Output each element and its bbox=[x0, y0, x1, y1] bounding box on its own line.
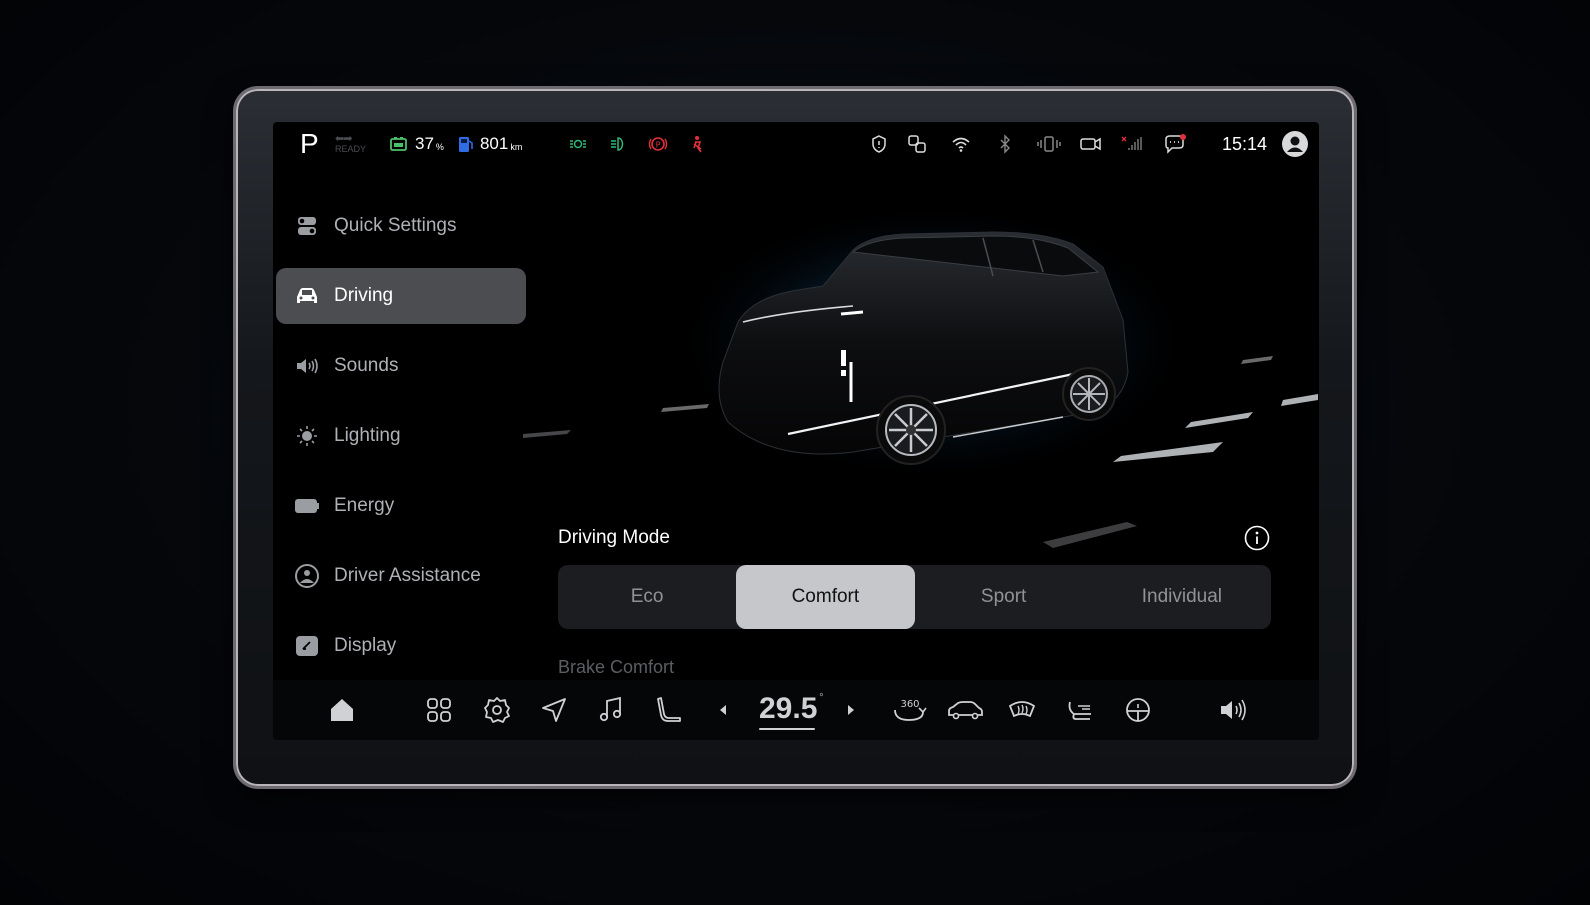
temp-decrease-icon[interactable] bbox=[715, 694, 731, 726]
battery-unit: % bbox=[435, 142, 444, 152]
temperature-readout[interactable]: 29.5 ° bbox=[759, 692, 823, 726]
sidebar-item-label: Quick Settings bbox=[334, 215, 457, 236]
temperature-unit: ° bbox=[819, 692, 824, 703]
speaker-icon bbox=[294, 353, 320, 379]
bottom-dock: 29.5 ° 360 bbox=[273, 680, 1319, 740]
vehicle-render bbox=[523, 172, 1319, 552]
seat-recline-icon[interactable] bbox=[1064, 694, 1096, 726]
apps-grid-icon[interactable] bbox=[423, 694, 455, 726]
indicator-lights: P bbox=[568, 122, 708, 166]
settings-gear-icon[interactable] bbox=[481, 694, 513, 726]
sidebar-item-label: Energy bbox=[334, 495, 395, 516]
mode-sport-button[interactable]: Sport bbox=[915, 565, 1093, 629]
driving-mode-selector: Eco Comfort Sport Individual bbox=[558, 565, 1271, 629]
parking-brake-icon: P bbox=[648, 137, 668, 151]
sidebar-item-label: Display bbox=[334, 635, 397, 656]
lightbulb-icon bbox=[294, 423, 320, 449]
info-icon[interactable] bbox=[1243, 524, 1271, 552]
svg-text:360: 360 bbox=[900, 699, 919, 710]
display-icon bbox=[294, 633, 320, 659]
seatbelt-warning-icon bbox=[693, 136, 702, 153]
bluetooth-icon[interactable] bbox=[995, 134, 1015, 154]
temperature-value: 29.5 bbox=[759, 692, 818, 725]
position-lights-icon bbox=[570, 139, 586, 149]
mode-comfort-button[interactable]: Comfort bbox=[736, 565, 915, 629]
sidebar-item-label: Driver Assistance bbox=[334, 565, 481, 586]
front-defrost-icon[interactable] bbox=[1006, 694, 1038, 726]
message-icon[interactable] bbox=[1163, 134, 1187, 154]
sidebar-item-driving[interactable]: Driving bbox=[276, 268, 526, 324]
steering-assist-icon[interactable] bbox=[1122, 694, 1154, 726]
battery-status: 37 % 801 km bbox=[389, 122, 522, 166]
vehicle-icon[interactable] bbox=[946, 694, 984, 726]
seat-icon[interactable] bbox=[653, 694, 685, 726]
system-status-icons bbox=[869, 122, 1187, 166]
car-icon bbox=[294, 283, 320, 309]
temperature-underline bbox=[759, 728, 815, 730]
range-unit: km bbox=[510, 142, 523, 152]
sidebar-item-quick-settings[interactable]: Quick Settings bbox=[276, 198, 526, 254]
mode-eco-button[interactable]: Eco bbox=[558, 565, 736, 629]
cellular-signal-icon bbox=[1121, 136, 1142, 150]
surround-view-360-icon: 360 bbox=[894, 699, 927, 721]
battery-icon bbox=[294, 493, 320, 519]
battery-percent: 37 bbox=[415, 134, 434, 153]
settings-sidebar: Quick Settings Driving Sounds Lighting E… bbox=[276, 198, 526, 688]
shield-icon[interactable] bbox=[869, 134, 889, 154]
turn-arrows-icon: ⬅➡ bbox=[335, 133, 352, 145]
ready-label: READY bbox=[335, 144, 367, 154]
toggles-icon bbox=[294, 213, 320, 239]
gear-indicator: P bbox=[300, 128, 319, 159]
status-bar: P ⬅➡ READY 37 % 801 km P 15:14 bbox=[273, 122, 1319, 166]
sidebar-item-label: Lighting bbox=[334, 425, 401, 446]
surround-view-button[interactable]: 360 bbox=[891, 694, 927, 726]
sidebar-item-lighting[interactable]: Lighting bbox=[276, 408, 526, 464]
mode-individual-button[interactable]: Individual bbox=[1093, 565, 1271, 629]
clock: 15:14 bbox=[1221, 133, 1267, 154]
sidebar-item-sounds[interactable]: Sounds bbox=[276, 338, 526, 394]
sidebar-item-display[interactable]: Display bbox=[276, 618, 526, 674]
brake-comfort-heading: Brake Comfort bbox=[558, 657, 675, 677]
home-icon[interactable] bbox=[326, 694, 358, 726]
svg-text:P: P bbox=[656, 141, 661, 150]
infotainment-screen: P ⬅➡ READY 37 % 801 km P 15:14 Quick Set… bbox=[273, 122, 1319, 740]
range-value: 801 bbox=[479, 134, 509, 153]
camera-icon[interactable] bbox=[1079, 134, 1103, 154]
volume-icon[interactable] bbox=[1217, 694, 1249, 726]
user-profile-button[interactable] bbox=[1281, 122, 1309, 166]
sidebar-item-energy[interactable]: Energy bbox=[276, 478, 526, 534]
navigation-icon[interactable] bbox=[538, 694, 570, 726]
music-icon[interactable] bbox=[595, 694, 627, 726]
wifi-icon[interactable] bbox=[951, 134, 971, 154]
driving-mode-title: Driving Mode bbox=[558, 527, 670, 548]
battery-charge-icon bbox=[390, 137, 407, 151]
sidebar-item-label: Driving bbox=[334, 285, 394, 306]
screen-mirror-icon[interactable] bbox=[907, 134, 927, 154]
headlight-icon bbox=[611, 137, 624, 151]
vibrate-icon[interactable] bbox=[1035, 134, 1063, 154]
fuel-icon bbox=[458, 137, 473, 152]
steering-wheel-icon bbox=[294, 563, 320, 589]
temp-increase-icon[interactable] bbox=[843, 694, 859, 726]
sidebar-item-driver-assistance[interactable]: Driver Assistance bbox=[276, 548, 526, 604]
user-avatar-icon bbox=[1282, 131, 1308, 157]
ready-indicator: ⬅➡ READY bbox=[335, 122, 366, 166]
sidebar-item-label: Sounds bbox=[334, 355, 399, 376]
